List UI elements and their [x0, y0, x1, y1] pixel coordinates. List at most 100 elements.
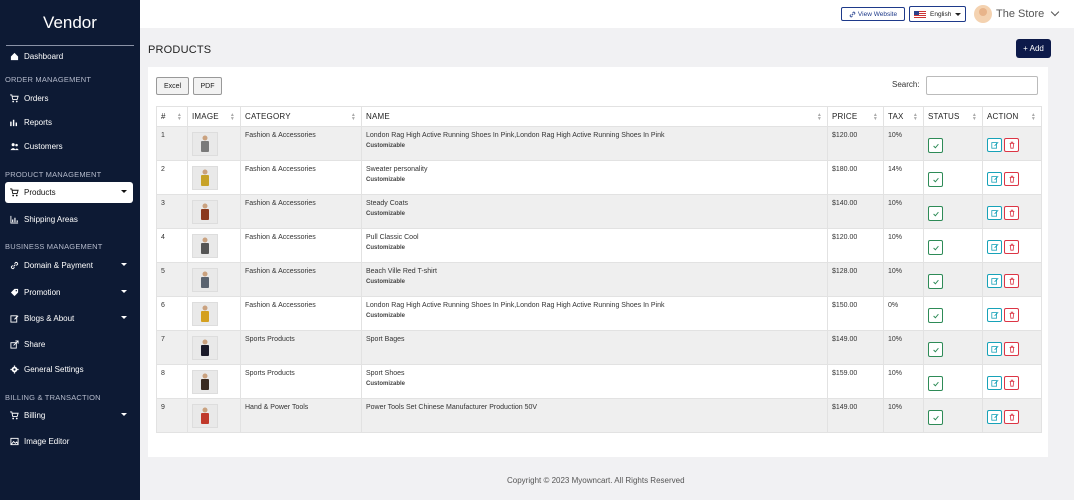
- product-name: Sweater personality: [366, 166, 428, 173]
- delete-button[interactable]: [1004, 172, 1019, 186]
- product-price: $180.00: [827, 160, 884, 195]
- cart-icon: [9, 94, 19, 104]
- column-header-tax[interactable]: TAX ▲ ▼: [883, 106, 924, 127]
- chevron-down-icon: [121, 413, 127, 416]
- delete-button[interactable]: [1004, 410, 1019, 424]
- sidebar-item-customers[interactable]: Customers: [5, 136, 133, 157]
- edit-button[interactable]: [987, 206, 1002, 220]
- product-thumbnail[interactable]: [192, 234, 218, 258]
- status-toggle[interactable]: [928, 376, 943, 391]
- check-icon: [932, 177, 939, 182]
- table-header-row: # ▲ ▼ IMAGE ▲ ▼ CATEGORY ▲ ▼ NAME ▲ ▼ PRICE ▲ ▼ TA…: [156, 106, 1042, 127]
- product-thumbnail[interactable]: [192, 166, 218, 190]
- delete-button[interactable]: [1004, 376, 1019, 390]
- delete-button[interactable]: [1004, 274, 1019, 288]
- delete-button[interactable]: [1004, 240, 1019, 254]
- excel-export-button[interactable]: Excel: [156, 77, 189, 95]
- column-header-category[interactable]: CATEGORY ▲ ▼: [240, 106, 362, 127]
- column-header-number[interactable]: # ▲ ▼: [156, 106, 188, 127]
- product-thumbnail[interactable]: [192, 336, 218, 360]
- sidebar-item-share[interactable]: Share: [5, 334, 133, 355]
- trash-icon: [1009, 277, 1014, 285]
- sidebar-item-domain-payment[interactable]: Domain & Payment: [5, 255, 133, 276]
- chevron-down-icon: [121, 263, 127, 266]
- status-toggle[interactable]: [928, 172, 943, 187]
- product-thumbnail[interactable]: [192, 370, 218, 394]
- edit-button[interactable]: [987, 240, 1002, 254]
- edit-button[interactable]: [987, 376, 1002, 390]
- pdf-export-button[interactable]: PDF: [193, 77, 222, 95]
- sidebar-brand: Vendor: [6, 8, 134, 46]
- edit-button[interactable]: [987, 308, 1002, 322]
- product-thumbnail[interactable]: [192, 132, 218, 156]
- sidebar-item-blogs-about[interactable]: Blogs & About: [5, 308, 133, 329]
- product-price: $120.00: [827, 228, 884, 263]
- row-number: 8: [156, 364, 188, 399]
- delete-button[interactable]: [1004, 206, 1019, 220]
- sidebar-item-label: Share: [24, 340, 46, 349]
- product-thumbnail[interactable]: [192, 268, 218, 292]
- table-row: 3 Fashion & Accessories Steady Coats Custom…: [156, 194, 1042, 229]
- product-thumbnail[interactable]: [192, 404, 218, 428]
- sidebar-heading-product: PRODUCT MANAGEMENT: [5, 170, 102, 179]
- view-website-button[interactable]: View Website: [841, 7, 905, 21]
- edit-button[interactable]: [987, 172, 1002, 186]
- check-icon: [932, 211, 939, 216]
- add-product-button[interactable]: + Add: [1016, 39, 1051, 58]
- page-title: PRODUCTS: [148, 44, 212, 56]
- status-toggle[interactable]: [928, 206, 943, 221]
- share-icon: [9, 340, 19, 350]
- column-header-status[interactable]: STATUS ▲ ▼: [923, 106, 983, 127]
- product-thumbnail[interactable]: [192, 302, 218, 326]
- status-toggle[interactable]: [928, 342, 943, 357]
- product-tax: 0%: [883, 296, 924, 331]
- product-name: Sport Shoes: [366, 370, 405, 377]
- sidebar-item-orders[interactable]: Orders: [5, 88, 133, 109]
- table-row: 8 Sports Products Sport Shoes Customizable $…: [156, 364, 1042, 399]
- sidebar-item-products[interactable]: Products: [5, 182, 133, 203]
- sidebar-item-shipping-areas[interactable]: Shipping Areas: [5, 209, 133, 230]
- trash-icon: [1009, 209, 1014, 217]
- row-number: 5: [156, 262, 188, 297]
- trash-icon: [1009, 141, 1014, 149]
- avatar[interactable]: [974, 5, 992, 23]
- status-toggle[interactable]: [928, 308, 943, 323]
- sidebar-item-billing[interactable]: Billing: [5, 405, 133, 426]
- sidebar-item-promotion[interactable]: Promotion: [5, 282, 133, 303]
- edit-button[interactable]: [987, 410, 1002, 424]
- edit-icon: [990, 311, 999, 319]
- table-row: 4 Fashion & Accessories Pull Classic Cool C…: [156, 228, 1042, 263]
- status-toggle[interactable]: [928, 240, 943, 255]
- sidebar-item-image-editor[interactable]: Image Editor: [5, 431, 133, 452]
- status-toggle[interactable]: [928, 410, 943, 425]
- delete-button[interactable]: [1004, 342, 1019, 356]
- column-header-name[interactable]: NAME ▲ ▼: [361, 106, 828, 127]
- status-toggle[interactable]: [928, 138, 943, 153]
- search-input[interactable]: [926, 76, 1038, 95]
- edit-icon: [990, 277, 999, 285]
- status-toggle[interactable]: [928, 274, 943, 289]
- column-header-image[interactable]: IMAGE ▲ ▼: [187, 106, 241, 127]
- column-header-price[interactable]: PRICE ▲ ▼: [827, 106, 884, 127]
- column-header-action[interactable]: ACTION ▲ ▼: [982, 106, 1042, 127]
- product-thumbnail[interactable]: [192, 200, 218, 224]
- language-select[interactable]: English: [909, 6, 966, 22]
- product-tax: 10%: [883, 126, 924, 161]
- product-name: London Rag High Active Running Shoes In …: [366, 132, 665, 139]
- delete-button[interactable]: [1004, 308, 1019, 322]
- delete-button[interactable]: [1004, 138, 1019, 152]
- edit-button[interactable]: [987, 138, 1002, 152]
- customizable-label: Customizable: [366, 313, 406, 319]
- check-icon: [932, 279, 939, 284]
- product-tax: 10%: [883, 364, 924, 399]
- table-row: 9 Hand & Power Tools Power Tools Set Chine…: [156, 398, 1042, 433]
- store-name[interactable]: The Store: [996, 8, 1044, 20]
- chevron-down-icon: [955, 12, 962, 16]
- sidebar-item-general-settings[interactable]: General Settings: [5, 359, 133, 380]
- sidebar-item-dashboard[interactable]: Dashboard: [5, 46, 133, 67]
- sidebar-item-label: Promotion: [24, 288, 61, 297]
- edit-button[interactable]: [987, 342, 1002, 356]
- edit-button[interactable]: [987, 274, 1002, 288]
- sidebar-item-reports[interactable]: Reports: [5, 112, 133, 133]
- product-name: Steady Coats: [366, 200, 409, 207]
